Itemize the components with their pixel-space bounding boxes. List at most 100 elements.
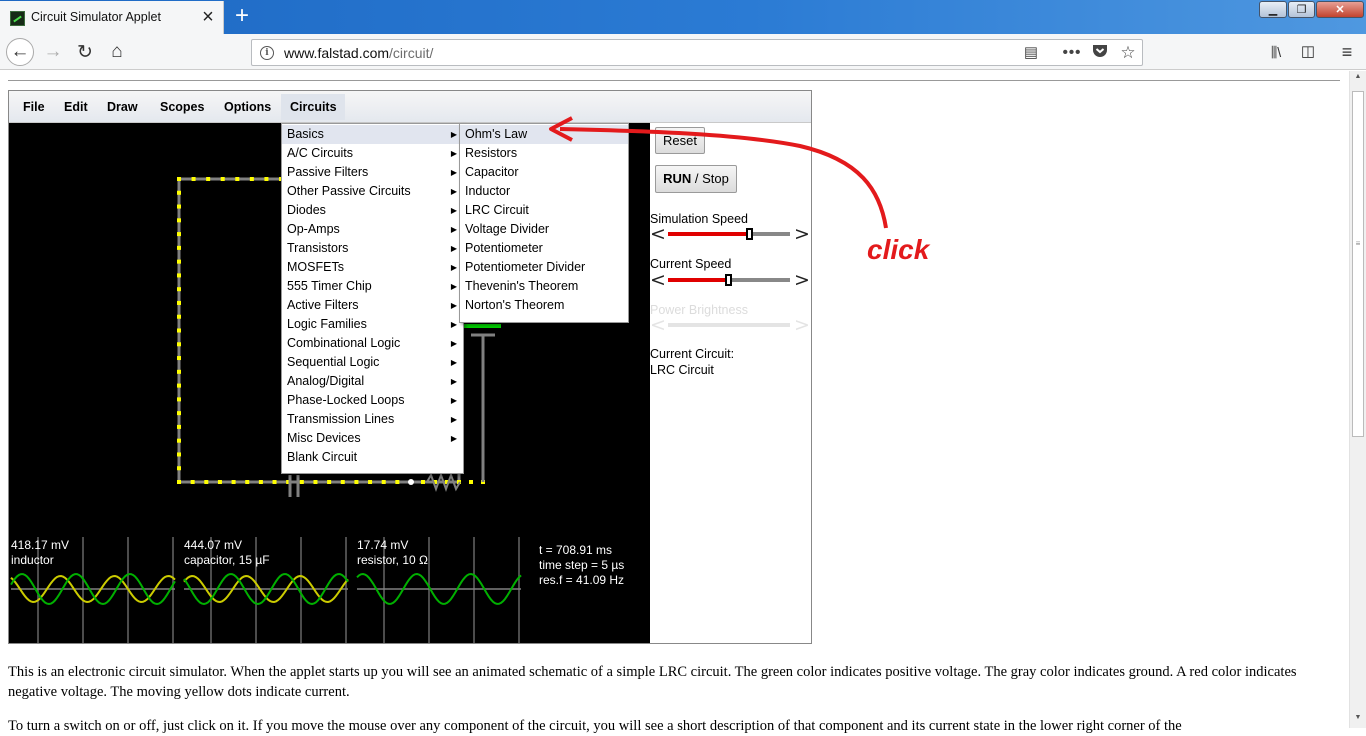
close-tab-icon[interactable]: × — [198, 6, 218, 28]
url-text[interactable]: www.falstad.com/circuit/ — [284, 45, 433, 61]
current-dot — [217, 480, 222, 484]
maximize-icon[interactable]: ❐ — [1288, 1, 1315, 18]
page-scrollbar[interactable]: ▲ ≡ ▼ — [1349, 71, 1366, 728]
back-icon[interactable]: ← — [6, 38, 34, 66]
slider-track[interactable] — [668, 274, 790, 286]
current-dot — [177, 383, 181, 388]
circuits-menu-item[interactable]: Basics ▶ — [282, 125, 463, 144]
slider-increase-icon[interactable]: > — [794, 271, 810, 290]
circuits-menu-item[interactable]: Active Filters ▶ — [282, 296, 463, 315]
scope-resistor-value: 17.74 mV — [357, 538, 409, 552]
current-dot — [177, 438, 181, 443]
menu-item-label: Misc Devices — [287, 431, 361, 445]
sidebar-icon[interactable]: ◫ — [1298, 41, 1318, 63]
menu-draw[interactable]: Draw — [107, 100, 138, 114]
basics-menu-item[interactable]: Voltage Divider — [460, 220, 628, 239]
basics-menu-item[interactable]: Resistors — [460, 144, 628, 163]
basics-menu-item[interactable]: LRC Circuit — [460, 201, 628, 220]
basics-menu-item[interactable]: Inductor — [460, 182, 628, 201]
current-dot — [177, 232, 181, 237]
simulation-speed-slider[interactable]: < > — [650, 225, 810, 244]
reader-view-icon[interactable]: ▤ — [1021, 43, 1041, 63]
circuits-menu-item[interactable]: Transmission Lines ▶ — [282, 410, 463, 429]
basics-menu-item[interactable]: Potentiometer — [460, 239, 628, 258]
circuits-menu-item[interactable]: Logic Families ▶ — [282, 315, 463, 334]
menu-circuits[interactable]: Circuits — [281, 94, 345, 120]
home-icon[interactable]: ⌂ — [103, 38, 131, 66]
scope-resistor-name: resistor, 10 Ω — [357, 553, 428, 567]
url-bar[interactable]: i www.falstad.com/circuit/ ▤ ••• ☆ — [251, 39, 1143, 66]
submenu-arrow-icon: ▶ — [450, 339, 457, 348]
basics-menu-item[interactable]: Norton's Theorem — [460, 296, 628, 315]
basics-menu-item[interactable]: Capacitor — [460, 163, 628, 182]
site-info-icon[interactable]: i — [260, 46, 274, 60]
circuits-menu-item[interactable]: Misc Devices ▶ — [282, 429, 463, 448]
current-dot — [177, 259, 181, 264]
current-dot — [313, 480, 318, 484]
circuits-menu-item[interactable]: Blank Circuit — [282, 448, 463, 467]
browser-tab[interactable]: Circuit Simulator Applet × — [0, 1, 224, 34]
slider-increase-icon[interactable]: > — [794, 225, 810, 244]
scroll-up-arrow-icon[interactable]: ▲ — [1350, 73, 1366, 85]
sim-resonant-frequency: res.f = 41.09 Hz — [539, 573, 625, 587]
forward-icon[interactable]: → — [39, 38, 67, 66]
slider-decrease-icon[interactable]: < — [650, 225, 666, 244]
scroll-down-arrow-icon[interactable]: ▼ — [1350, 714, 1366, 726]
page-actions-icon[interactable]: ••• — [1062, 43, 1082, 63]
minimize-icon[interactable]: ▁ — [1259, 1, 1287, 18]
current-dot — [177, 424, 181, 429]
current-dot — [395, 480, 400, 484]
close-window-icon[interactable]: ✕ — [1316, 1, 1364, 18]
menu-item-label: 555 Timer Chip — [287, 279, 372, 293]
slider-knob[interactable] — [725, 274, 732, 286]
pocket-icon[interactable] — [1090, 43, 1110, 63]
circuits-menu-item[interactable]: MOSFETs ▶ — [282, 258, 463, 277]
circuits-menu-item[interactable]: Transistors ▶ — [282, 239, 463, 258]
instructions-paragraph: To turn a switch on or off, just click o… — [8, 718, 1182, 734]
submenu-arrow-icon: ▶ — [450, 130, 457, 139]
slider-decrease-icon[interactable]: < — [650, 271, 666, 290]
current-dot — [177, 356, 181, 361]
reset-button[interactable]: Reset — [655, 127, 705, 154]
submenu-arrow-icon: ▶ — [450, 377, 457, 386]
circuits-menu-item[interactable]: Sequential Logic ▶ — [282, 353, 463, 372]
circuits-menu-item[interactable]: Combinational Logic ▶ — [282, 334, 463, 353]
circuits-menu-item[interactable]: Other Passive Circuits ▶ — [282, 182, 463, 201]
current-speed-slider[interactable]: < > — [650, 271, 810, 290]
menu-options[interactable]: Options — [224, 100, 271, 114]
current-dot — [177, 204, 181, 209]
current-dot — [249, 177, 254, 181]
slider-knob[interactable] — [745, 228, 753, 240]
current-dot — [258, 480, 263, 484]
circuits-menu-item[interactable]: Op-Amps ▶ — [282, 220, 463, 239]
submenu-arrow-icon: ▶ — [450, 282, 457, 291]
circuits-menu-item[interactable]: Phase-Locked Loops ▶ — [282, 391, 463, 410]
current-dot — [340, 480, 345, 484]
circuits-menu-item[interactable]: Analog/Digital ▶ — [282, 372, 463, 391]
run-stop-button[interactable]: RUN / Stop — [655, 165, 737, 193]
basics-menu-item[interactable]: Thevenin's Theorem — [460, 277, 628, 296]
bookmark-star-icon[interactable]: ☆ — [1118, 43, 1138, 63]
hamburger-menu-icon[interactable]: ≡ — [1336, 41, 1358, 63]
slider-track[interactable] — [668, 228, 790, 240]
new-tab-icon[interactable]: + — [230, 3, 254, 29]
control-panel: Reset RUN / Stop Simulation Speed < > Cu… — [650, 123, 811, 643]
reload-icon[interactable]: ↻ — [71, 38, 99, 66]
circuits-menu-item[interactable]: Diodes ▶ — [282, 201, 463, 220]
current-dot — [177, 300, 181, 305]
menu-item-label: Blank Circuit — [287, 450, 358, 464]
scrollbar-thumb[interactable]: ≡ — [1352, 91, 1364, 437]
slider-decrease-icon: < — [650, 314, 666, 336]
circuits-menu-item[interactable]: Passive Filters ▶ — [282, 163, 463, 182]
menu-item-label: Basics — [287, 127, 324, 141]
current-dot — [177, 314, 181, 319]
basics-menu-item[interactable]: Potentiometer Divider — [460, 258, 628, 277]
circuits-menu-item[interactable]: A/C Circuits ▶ — [282, 144, 463, 163]
menu-edit[interactable]: Edit — [64, 100, 88, 114]
menu-file[interactable]: File — [23, 100, 45, 114]
submenu-arrow-icon: ▶ — [450, 415, 457, 424]
basics-menu-item[interactable]: Ohm's Law — [460, 125, 628, 144]
menu-scopes[interactable]: Scopes — [160, 100, 204, 114]
circuits-menu-item[interactable]: 555 Timer Chip ▶ — [282, 277, 463, 296]
library-icon[interactable]: ⫼\ — [1264, 41, 1288, 63]
